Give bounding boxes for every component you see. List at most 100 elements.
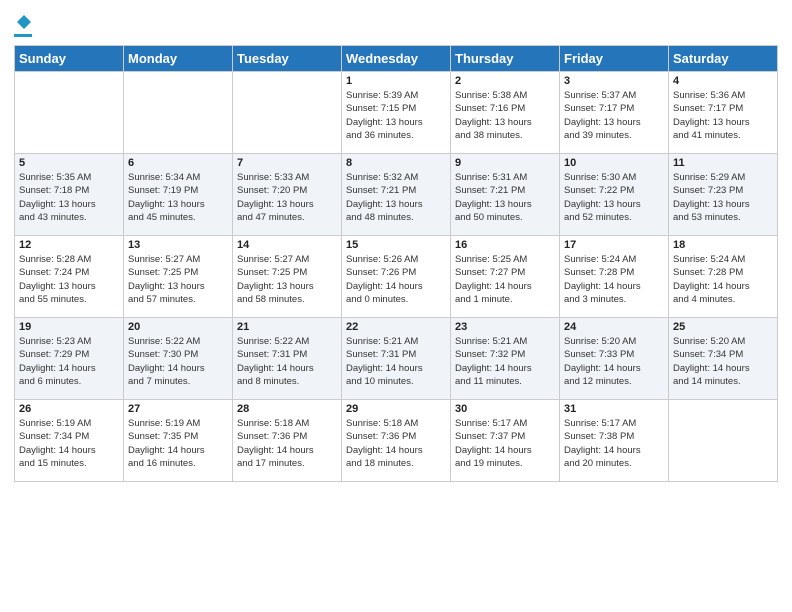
day-number: 16	[455, 239, 555, 251]
day-number: 15	[346, 239, 446, 251]
day-number: 6	[128, 157, 228, 169]
weekday-header-friday: Friday	[560, 46, 669, 72]
day-number: 24	[564, 321, 664, 333]
calendar-cell: 13Sunrise: 5:27 AM Sunset: 7:25 PM Dayli…	[124, 236, 233, 318]
day-info: Sunrise: 5:39 AM Sunset: 7:15 PM Dayligh…	[346, 89, 446, 142]
day-number: 17	[564, 239, 664, 251]
calendar-row-3: 19 Sunrise: 5:23 AM Sunset: 7:29 PM Dayli…	[15, 318, 778, 400]
calendar-cell: 20Sunrise: 5:22 AM Sunset: 7:30 PM Dayli…	[124, 318, 233, 400]
calendar-cell: 5 Sunrise: 5:35 AM Sunset: 7:18 PM Daylig…	[15, 154, 124, 236]
logo-icon	[16, 14, 32, 30]
day-info: Sunrise: 5:36 AM Sunset: 7:17 PM Dayligh…	[673, 89, 773, 142]
day-info: Sunrise: 5:19 AM Sunset: 7:35 PM Dayligh…	[128, 417, 228, 470]
day-info: Sunrise: 5:30 AM Sunset: 7:22 PM Dayligh…	[564, 171, 664, 224]
day-number: 12	[19, 239, 119, 251]
calendar-table: SundayMondayTuesdayWednesdayThursdayFrid…	[14, 45, 778, 482]
day-number: 4	[673, 75, 773, 87]
day-info: Sunrise: 5:20 AM Sunset: 7:33 PM Dayligh…	[564, 335, 664, 388]
weekday-header-saturday: Saturday	[669, 46, 778, 72]
day-number: 1	[346, 75, 446, 87]
calendar-cell: 11 Sunrise: 5:29 AM Sunset: 7:23 PM Dayli…	[669, 154, 778, 236]
weekday-header-tuesday: Tuesday	[233, 46, 342, 72]
day-info: Sunrise: 5:37 AM Sunset: 7:17 PM Dayligh…	[564, 89, 664, 142]
weekday-header-sunday: Sunday	[15, 46, 124, 72]
day-number: 26	[19, 403, 119, 415]
day-info: Sunrise: 5:18 AM Sunset: 7:36 PM Dayligh…	[237, 417, 337, 470]
day-number: 9	[455, 157, 555, 169]
calendar-cell	[15, 72, 124, 154]
calendar-cell: 22 Sunrise: 5:21 AM Sunset: 7:31 PM Dayli…	[342, 318, 451, 400]
weekday-header-wednesday: Wednesday	[342, 46, 451, 72]
day-number: 13	[128, 239, 228, 251]
calendar-cell: 6 Sunrise: 5:34 AM Sunset: 7:19 PM Daylig…	[124, 154, 233, 236]
calendar-header: SundayMondayTuesdayWednesdayThursdayFrid…	[15, 46, 778, 72]
calendar-cell: 24 Sunrise: 5:20 AM Sunset: 7:33 PM Dayli…	[560, 318, 669, 400]
day-number: 3	[564, 75, 664, 87]
calendar-cell: 10 Sunrise: 5:30 AM Sunset: 7:22 PM Dayli…	[560, 154, 669, 236]
calendar-cell: 25Sunrise: 5:20 AM Sunset: 7:34 PM Dayli…	[669, 318, 778, 400]
calendar-cell: 27 Sunrise: 5:19 AM Sunset: 7:35 PM Dayli…	[124, 400, 233, 482]
weekday-header-row: SundayMondayTuesdayWednesdayThursdayFrid…	[15, 46, 778, 72]
day-number: 23	[455, 321, 555, 333]
logo	[14, 10, 32, 37]
calendar-cell: 28 Sunrise: 5:18 AM Sunset: 7:36 PM Dayli…	[233, 400, 342, 482]
day-number: 5	[19, 157, 119, 169]
calendar-cell: 31Sunrise: 5:17 AM Sunset: 7:38 PM Dayli…	[560, 400, 669, 482]
day-number: 30	[455, 403, 555, 415]
day-info: Sunrise: 5:35 AM Sunset: 7:18 PM Dayligh…	[19, 171, 119, 224]
day-number: 19	[19, 321, 119, 333]
day-info: Sunrise: 5:21 AM Sunset: 7:31 PM Dayligh…	[346, 335, 446, 388]
header	[14, 10, 778, 37]
calendar-cell: 7Sunrise: 5:33 AM Sunset: 7:20 PM Daylig…	[233, 154, 342, 236]
day-number: 25	[673, 321, 773, 333]
day-number: 11	[673, 157, 773, 169]
day-number: 20	[128, 321, 228, 333]
day-info: Sunrise: 5:31 AM Sunset: 7:21 PM Dayligh…	[455, 171, 555, 224]
calendar-cell: 8 Sunrise: 5:32 AM Sunset: 7:21 PM Daylig…	[342, 154, 451, 236]
calendar-cell: 30 Sunrise: 5:17 AM Sunset: 7:37 PM Dayli…	[451, 400, 560, 482]
day-info: Sunrise: 5:29 AM Sunset: 7:23 PM Dayligh…	[673, 171, 773, 224]
day-number: 27	[128, 403, 228, 415]
calendar-cell: 26 Sunrise: 5:19 AM Sunset: 7:34 PM Dayli…	[15, 400, 124, 482]
day-info: Sunrise: 5:18 AM Sunset: 7:36 PM Dayligh…	[346, 417, 446, 470]
day-number: 28	[237, 403, 337, 415]
calendar-cell: 12 Sunrise: 5:28 AM Sunset: 7:24 PM Dayli…	[15, 236, 124, 318]
day-info: Sunrise: 5:17 AM Sunset: 7:37 PM Dayligh…	[455, 417, 555, 470]
calendar-row-2: 12 Sunrise: 5:28 AM Sunset: 7:24 PM Dayli…	[15, 236, 778, 318]
day-number: 18	[673, 239, 773, 251]
day-number: 10	[564, 157, 664, 169]
day-info: Sunrise: 5:27 AM Sunset: 7:25 PM Dayligh…	[237, 253, 337, 306]
page: SundayMondayTuesdayWednesdayThursdayFrid…	[0, 0, 792, 492]
day-number: 29	[346, 403, 446, 415]
day-number: 21	[237, 321, 337, 333]
calendar-cell: 3 Sunrise: 5:37 AM Sunset: 7:17 PM Daylig…	[560, 72, 669, 154]
calendar-cell: 23Sunrise: 5:21 AM Sunset: 7:32 PM Dayli…	[451, 318, 560, 400]
day-info: Sunrise: 5:26 AM Sunset: 7:26 PM Dayligh…	[346, 253, 446, 306]
day-info: Sunrise: 5:23 AM Sunset: 7:29 PM Dayligh…	[19, 335, 119, 388]
day-number: 8	[346, 157, 446, 169]
day-info: Sunrise: 5:24 AM Sunset: 7:28 PM Dayligh…	[564, 253, 664, 306]
calendar-cell: 29 Sunrise: 5:18 AM Sunset: 7:36 PM Dayli…	[342, 400, 451, 482]
calendar-cell: 19 Sunrise: 5:23 AM Sunset: 7:29 PM Dayli…	[15, 318, 124, 400]
calendar-body: 1 Sunrise: 5:39 AM Sunset: 7:15 PM Daylig…	[15, 72, 778, 482]
day-info: Sunrise: 5:19 AM Sunset: 7:34 PM Dayligh…	[19, 417, 119, 470]
day-info: Sunrise: 5:34 AM Sunset: 7:19 PM Dayligh…	[128, 171, 228, 224]
day-info: Sunrise: 5:24 AM Sunset: 7:28 PM Dayligh…	[673, 253, 773, 306]
calendar-cell: 17 Sunrise: 5:24 AM Sunset: 7:28 PM Dayli…	[560, 236, 669, 318]
day-info: Sunrise: 5:32 AM Sunset: 7:21 PM Dayligh…	[346, 171, 446, 224]
logo-text	[14, 10, 32, 32]
calendar-cell: 1 Sunrise: 5:39 AM Sunset: 7:15 PM Daylig…	[342, 72, 451, 154]
weekday-header-monday: Monday	[124, 46, 233, 72]
calendar-row-4: 26 Sunrise: 5:19 AM Sunset: 7:34 PM Dayli…	[15, 400, 778, 482]
calendar-cell: 21Sunrise: 5:22 AM Sunset: 7:31 PM Dayli…	[233, 318, 342, 400]
calendar-cell: 4 Sunrise: 5:36 AM Sunset: 7:17 PM Daylig…	[669, 72, 778, 154]
day-number: 22	[346, 321, 446, 333]
calendar-cell: 2Sunrise: 5:38 AM Sunset: 7:16 PM Daylig…	[451, 72, 560, 154]
calendar-cell: 14Sunrise: 5:27 AM Sunset: 7:25 PM Dayli…	[233, 236, 342, 318]
day-number: 2	[455, 75, 555, 87]
weekday-header-thursday: Thursday	[451, 46, 560, 72]
calendar-cell	[124, 72, 233, 154]
day-info: Sunrise: 5:28 AM Sunset: 7:24 PM Dayligh…	[19, 253, 119, 306]
calendar-cell	[233, 72, 342, 154]
day-info: Sunrise: 5:17 AM Sunset: 7:38 PM Dayligh…	[564, 417, 664, 470]
